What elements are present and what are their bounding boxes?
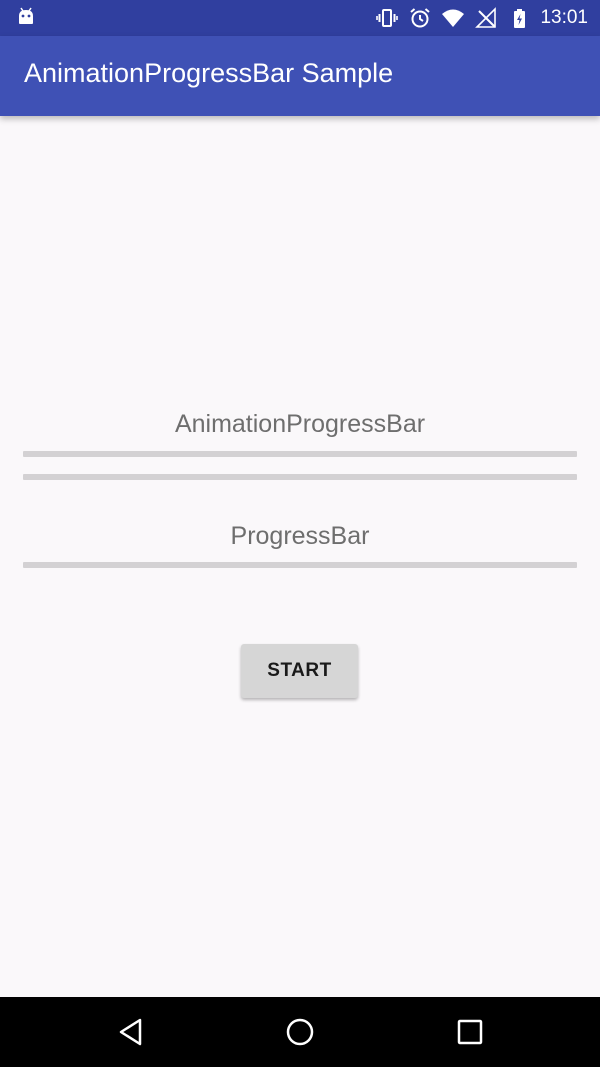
android-notification-icon — [16, 7, 36, 27]
progress-bar-label: ProgressBar — [230, 522, 370, 550]
main-content: AnimationProgressBar ProgressBar START — [0, 116, 600, 997]
animation-progress-label: AnimationProgressBar — [174, 410, 426, 438]
status-bar: 13:01 — [0, 0, 600, 36]
home-icon[interactable] — [285, 1017, 315, 1047]
back-icon[interactable] — [116, 1017, 146, 1047]
vibrate-icon — [376, 7, 399, 29]
alarm-icon — [409, 7, 431, 29]
status-time: 13:01 — [540, 7, 588, 28]
battery-charging-icon — [508, 7, 530, 29]
wifi-icon — [442, 7, 465, 29]
app-screen: 13:01 AnimationProgressBar Sample Animat… — [0, 0, 600, 1067]
animation-progress-bar-track — [23, 451, 577, 457]
progress-bar-track — [23, 562, 577, 568]
navigation-bar — [0, 997, 600, 1067]
status-icons: 13:01 — [365, 0, 588, 36]
animation-progress-bar-secondary-track — [23, 474, 577, 480]
app-bar: AnimationProgressBar Sample — [0, 36, 600, 116]
recents-icon[interactable] — [455, 1017, 485, 1047]
app-title: AnimationProgressBar Sample — [24, 58, 394, 88]
start-button[interactable]: START — [241, 644, 358, 698]
no-signal-icon — [475, 7, 497, 29]
